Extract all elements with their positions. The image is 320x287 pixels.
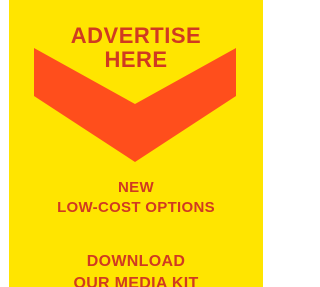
headline-line-1: ADVERTISE <box>70 23 202 48</box>
page: ADVERTISE HERE NEW LOW-COST OPTIONS DOWN… <box>0 0 270 287</box>
headline: ADVERTISE HERE <box>9 24 263 72</box>
advertise-banner-link[interactable]: ADVERTISE HERE NEW LOW-COST OPTIONS DOWN… <box>9 0 263 287</box>
headline-line-2: HERE <box>104 47 168 72</box>
